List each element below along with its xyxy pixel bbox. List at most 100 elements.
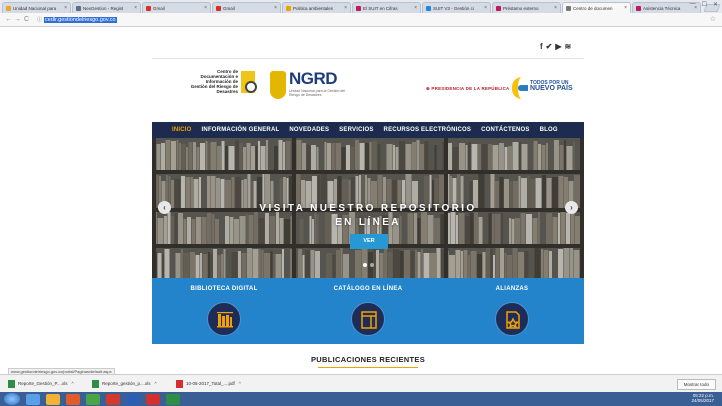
slide-dot[interactable] <box>363 263 367 267</box>
browser-tab[interactable]: SUIT V3 - Gestión ci × <box>422 2 491 13</box>
tab-favicon-icon <box>636 5 641 11</box>
url-text[interactable]: cedir.gestiondelriesgo.gov.co <box>44 16 117 23</box>
nav-item[interactable]: SERVICIOS <box>339 127 373 133</box>
tab-title: SUIT V3 - Gestión ci <box>433 5 474 11</box>
close-tab-icon[interactable]: × <box>274 5 277 11</box>
main-nav: INICIO INFORMACIÓN GENERAL NOVEDADES SERVIC… <box>152 122 584 138</box>
download-item[interactable]: Reporte_Gestión_P....xls ^ <box>8 379 92 388</box>
ngrd-subtitle: Unidad Nacional para la Gestión del Ries… <box>289 89 346 97</box>
hero-slider: VISITA NUESTRO REPOSITORIO EN LÍNEA VER … <box>152 138 584 278</box>
close-tab-icon[interactable]: × <box>134 5 137 11</box>
browser-tab[interactable]: Centro de documen × <box>562 2 631 13</box>
close-tab-icon[interactable]: × <box>414 5 417 11</box>
facebook-icon[interactable]: f <box>540 42 543 51</box>
nav-item[interactable]: CONTÁCTENOS <box>481 127 530 133</box>
catalog-icon[interactable] <box>351 302 385 336</box>
taskbar-app-icon[interactable] <box>146 393 160 405</box>
chevron-up-icon[interactable]: ^ <box>71 381 73 386</box>
close-tab-icon[interactable]: × <box>204 5 207 11</box>
hero-title-line2: EN LÍNEA <box>335 217 401 228</box>
tab-title: Centro de documen <box>573 5 613 11</box>
reload-icon[interactable]: C <box>22 16 31 23</box>
nav-item[interactable]: RECURSOS ELECTRÓNICOS <box>384 127 472 133</box>
close-tab-icon[interactable]: × <box>624 5 627 11</box>
taskbar-app-icon[interactable] <box>126 393 140 405</box>
taskbar-app-icon[interactable] <box>26 393 40 405</box>
close-tab-icon[interactable]: × <box>64 5 67 11</box>
nav-item[interactable]: INICIO <box>172 127 192 133</box>
nav-item[interactable]: INFORMACIÓN GENERAL <box>202 127 280 133</box>
taskbar-app-icon[interactable] <box>106 393 120 405</box>
url-field[interactable]: ⓘ cedir.gestiondelriesgo.gov.co <box>37 16 117 23</box>
tab-favicon-icon <box>76 5 81 11</box>
twitter-icon[interactable]: ✔ <box>546 42 553 51</box>
prev-slide-icon[interactable]: ‹ <box>158 201 171 214</box>
todos-logo-icon <box>512 77 528 99</box>
publications-heading: PUBLICACIONES RECIENTES <box>311 355 425 364</box>
chevron-up-icon[interactable]: ^ <box>239 381 241 386</box>
youtube-icon[interactable]: ▶ <box>555 42 561 51</box>
service-alianzas[interactable]: ALIANZAS <box>440 278 584 344</box>
service-label[interactable]: CATÁLOGO EN LÍNEA <box>296 286 440 292</box>
browser-tab[interactable]: NexGestion - Regist × <box>72 2 141 13</box>
close-tab-icon[interactable]: × <box>344 5 347 11</box>
start-button-icon[interactable] <box>4 393 20 405</box>
alliance-icon[interactable] <box>495 302 529 336</box>
service-label[interactable]: ALIANZAS <box>440 286 584 292</box>
chevron-up-icon[interactable]: ^ <box>155 381 157 386</box>
nav-item[interactable]: BLOG <box>540 127 558 133</box>
service-label[interactable]: BIBLIOTECA DIGITAL <box>152 286 296 292</box>
minimize-icon[interactable]: — <box>690 1 696 8</box>
taskbar: 05:22 p.m. 24/05/2017 <box>0 392 722 406</box>
slide-dot[interactable] <box>370 263 374 267</box>
download-name[interactable]: Reporte_gestión_p....xls <box>102 381 151 386</box>
close-window-icon[interactable]: ✕ <box>713 1 718 8</box>
tab-favicon-icon <box>426 5 431 11</box>
browser-tab[interactable]: Préstamo externo × <box>492 2 561 13</box>
browser-tab-strip: Unidad Nacional para × NexGestion - Regist… <box>0 0 722 13</box>
library-icon[interactable] <box>207 302 241 336</box>
tab-title: Asistencia Técnica <box>643 5 681 11</box>
presidencia-logo[interactable]: ⊛ PRESIDENCIA DE LA REPÚBLICA <box>426 86 510 92</box>
download-item[interactable]: Reporte_gestión_p....xls ^ <box>92 379 176 388</box>
tab-title: Politica ambientales <box>293 5 334 11</box>
tab-favicon-icon <box>286 5 291 11</box>
nav-item[interactable]: NOVEDADES <box>289 127 329 133</box>
clock-date[interactable]: 24/05/2017 <box>691 398 714 403</box>
browser-tab[interactable]: El SUIT en Cifras × <box>352 2 421 13</box>
download-name[interactable]: 10-05-2017_Total_....pdf <box>186 381 235 386</box>
taskbar-app-icon[interactable] <box>86 393 100 405</box>
forward-icon[interactable]: → <box>13 16 22 23</box>
next-slide-icon[interactable]: › <box>565 201 578 214</box>
browser-tab[interactable]: Gmail × <box>212 2 281 13</box>
show-all-button[interactable]: Mostrar todo <box>676 379 716 390</box>
tab-title: Préstamo externo <box>503 5 539 11</box>
cdoc-logo-text[interactable]: Centro de Documentación e Información de… <box>190 69 238 94</box>
tab-title: Gmail <box>153 5 165 11</box>
maximize-icon[interactable]: ☐ <box>702 1 707 8</box>
rss-icon[interactable]: ≋ <box>565 42 572 51</box>
tab-title: Gmail <box>223 5 235 11</box>
cdoc-logo-icon[interactable] <box>241 71 257 93</box>
taskbar-app-icon[interactable] <box>46 393 60 405</box>
close-tab-icon[interactable]: × <box>554 5 557 11</box>
service-catalogo[interactable]: CATÁLOGO EN LÍNEA <box>296 278 440 344</box>
ver-button[interactable]: VER <box>350 234 388 249</box>
taskbar-app-icon[interactable] <box>166 393 180 405</box>
close-tab-icon[interactable]: × <box>484 5 487 11</box>
ngrd-logo[interactable]: NGRD <box>289 69 338 89</box>
todos-logo[interactable]: TODOS POR UN NUEVO PAÍS <box>530 80 573 92</box>
browser-tab[interactable]: Unidad Nacional para × <box>2 2 71 13</box>
tab-favicon-icon <box>566 5 571 11</box>
bookmark-star-icon[interactable]: ☆ <box>710 15 716 23</box>
tab-title: NexGestion - Regist <box>83 5 124 11</box>
service-biblioteca[interactable]: BIBLIOTECA DIGITAL <box>152 278 296 344</box>
back-icon[interactable]: ← <box>4 16 13 23</box>
download-name[interactable]: Reporte_Gestión_P....xls <box>18 381 67 386</box>
presidencia-text: PRESIDENCIA DE LA REPÚBLICA <box>431 86 510 91</box>
browser-tab[interactable]: Politica ambientales × <box>282 2 351 13</box>
download-item[interactable]: 10-05-2017_Total_....pdf ^ <box>176 379 260 388</box>
info-icon[interactable]: ⓘ <box>37 16 42 23</box>
browser-tab[interactable]: Gmail × <box>142 2 211 13</box>
taskbar-app-icon[interactable] <box>66 393 80 405</box>
